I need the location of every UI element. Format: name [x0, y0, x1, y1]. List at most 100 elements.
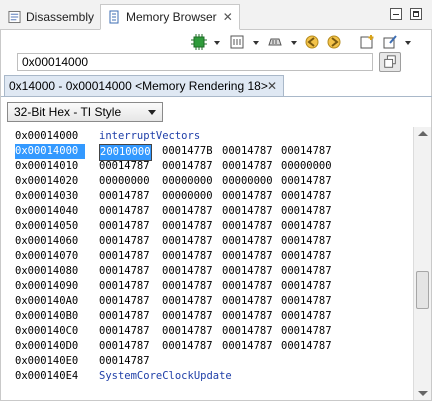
memory-word[interactable]: 00014787	[281, 279, 332, 294]
memory-word[interactable]: 00014787	[99, 324, 150, 339]
memory-word[interactable]: 00014787	[281, 189, 332, 204]
memory-word[interactable]: 00014787	[162, 234, 213, 249]
address-cell: 0x00014070	[15, 250, 79, 262]
vertical-scrollbar[interactable]	[413, 127, 431, 400]
scroll-down-icon[interactable]	[418, 391, 428, 396]
memory-word[interactable]: 00014787	[99, 309, 150, 324]
memory-word[interactable]: 00014787	[162, 219, 213, 234]
symbol-label: interruptVectors	[99, 130, 201, 142]
memory-word[interactable]: 00014787	[281, 324, 332, 339]
format-select[interactable]: 32-Bit Hex - TI Style	[7, 102, 163, 122]
memory-word[interactable]: 00014787	[162, 159, 213, 174]
view-menu-icon[interactable]	[405, 41, 411, 45]
memory-word[interactable]: 00014787	[222, 264, 273, 279]
memory-word[interactable]: 00014787	[281, 309, 332, 324]
memory-word[interactable]: 00014787	[281, 144, 332, 159]
address-cell: 0x000140B0	[15, 310, 79, 322]
address-input[interactable]: 0x00014000	[17, 53, 373, 71]
memory-word[interactable]: 00014787	[99, 234, 150, 249]
memory-word[interactable]: 00014787	[222, 204, 273, 219]
memory-word[interactable]: 00014787	[281, 249, 332, 264]
chevron-down-icon[interactable]	[214, 41, 220, 45]
memory-word[interactable]: 00014787	[281, 204, 332, 219]
memory-word[interactable]: 00000000	[162, 174, 213, 189]
address-cell: 0x000140E0	[15, 355, 79, 367]
address-cell: 0x00014020	[15, 175, 79, 187]
memory-word[interactable]: 00014787	[222, 159, 273, 174]
memory-word[interactable]: 00014787	[162, 324, 213, 339]
memory-word[interactable]: 00014787	[281, 174, 332, 189]
memory-word[interactable]: 00014787	[99, 204, 150, 219]
chip-icon[interactable]	[191, 34, 207, 50]
memory-rendering-tab-label: 0x14000 - 0x00014000 <Memory Rendering 1…	[9, 79, 268, 93]
address-cell: 0x00014080	[15, 265, 79, 277]
memory-word[interactable]: 00000000	[222, 174, 273, 189]
memory-rendering-tab[interactable]: 0x14000 - 0x00014000 <Memory Rendering 1…	[4, 75, 284, 97]
memory-word[interactable]: 00014787	[99, 279, 150, 294]
memory-word[interactable]: 00014787	[99, 354, 150, 369]
address-cell: 0x00014030	[15, 190, 79, 202]
forward-icon[interactable]	[326, 34, 342, 50]
memory-word[interactable]: 00014787	[99, 339, 150, 354]
memory-word[interactable]: 00014787	[162, 294, 213, 309]
new-tab-icon[interactable]	[359, 34, 375, 50]
memory-table[interactable]: 0x00014000 interruptVectors 0x00014000 2001…	[1, 127, 413, 400]
memory-word[interactable]: 00014787	[222, 189, 273, 204]
load-memory-icon[interactable]	[267, 34, 283, 50]
memory-word[interactable]: 0001477B	[162, 144, 213, 159]
address-cell: 0x00014000	[15, 144, 85, 159]
memory-word[interactable]: 00014787	[99, 189, 150, 204]
save-memory-icon[interactable]	[229, 34, 245, 50]
address-cell: 0x000140E4	[15, 370, 79, 382]
memory-word[interactable]: 00014787	[222, 144, 273, 159]
minimize-button[interactable]	[390, 8, 402, 20]
address-cell: 0x00014090	[15, 280, 79, 292]
memory-word[interactable]: 00014787	[162, 309, 213, 324]
close-icon[interactable]: ✕	[223, 10, 233, 24]
memory-word[interactable]: 00014787	[222, 309, 273, 324]
memory-word[interactable]: 00014787	[222, 339, 273, 354]
back-icon[interactable]	[304, 34, 320, 50]
memory-word[interactable]: 00014787	[222, 234, 273, 249]
scroll-up-icon[interactable]	[418, 131, 428, 136]
memory-word[interactable]: 00014787	[281, 219, 332, 234]
memory-word[interactable]: 00014787	[222, 294, 273, 309]
memory-word[interactable]: 00014787	[281, 234, 332, 249]
chevron-down-icon[interactable]	[291, 41, 297, 45]
memory-word[interactable]: 00014787	[222, 219, 273, 234]
address-cell: 0x00014040	[15, 205, 79, 217]
scrollbar-thumb[interactable]	[416, 271, 429, 309]
memory-word[interactable]: 00014787	[99, 294, 150, 309]
memory-word[interactable]: 00000000	[99, 174, 150, 189]
memory-word[interactable]: 00014787	[99, 219, 150, 234]
memory-word[interactable]: 00014787	[99, 159, 150, 174]
memory-word[interactable]: 00000000	[281, 159, 332, 174]
memory-word[interactable]: 00014787	[281, 339, 332, 354]
memory-word[interactable]: 00000000	[162, 189, 213, 204]
memory-word[interactable]: 00014787	[281, 294, 332, 309]
memory-word[interactable]: 00014787	[162, 279, 213, 294]
memory-word[interactable]: 00014787	[281, 264, 332, 279]
memory-word[interactable]: 00014787	[162, 204, 213, 219]
memory-word[interactable]: 00014787	[162, 339, 213, 354]
chevron-down-icon[interactable]	[253, 41, 259, 45]
memory-word[interactable]: 00014787	[162, 264, 213, 279]
memory-browser-icon	[109, 10, 119, 24]
address-cell: 0x00014060	[15, 235, 79, 247]
close-icon[interactable]: ✕	[267, 76, 277, 96]
pin-icon[interactable]	[382, 34, 398, 50]
memory-word[interactable]: 00014787	[222, 324, 273, 339]
memory-word[interactable]: 00014787	[222, 249, 273, 264]
format-select-value: 32-Bit Hex - TI Style	[14, 105, 122, 119]
tab-disassembly[interactable]: Disassembly	[2, 4, 100, 30]
memory-word[interactable]: 00014787	[99, 249, 150, 264]
tab-memory-browser[interactable]: Memory Browser ✕	[100, 4, 240, 30]
memory-word[interactable]: 00014787	[99, 264, 150, 279]
address-cell: 0x000140A0	[15, 295, 79, 307]
memory-word[interactable]: 00014787	[162, 249, 213, 264]
maximize-button[interactable]	[410, 8, 422, 20]
chevron-down-icon	[148, 110, 156, 115]
symbol-label: SystemCoreClockUpdate	[99, 370, 232, 382]
go-button[interactable]	[379, 52, 401, 72]
memory-word[interactable]: 00014787	[222, 279, 273, 294]
